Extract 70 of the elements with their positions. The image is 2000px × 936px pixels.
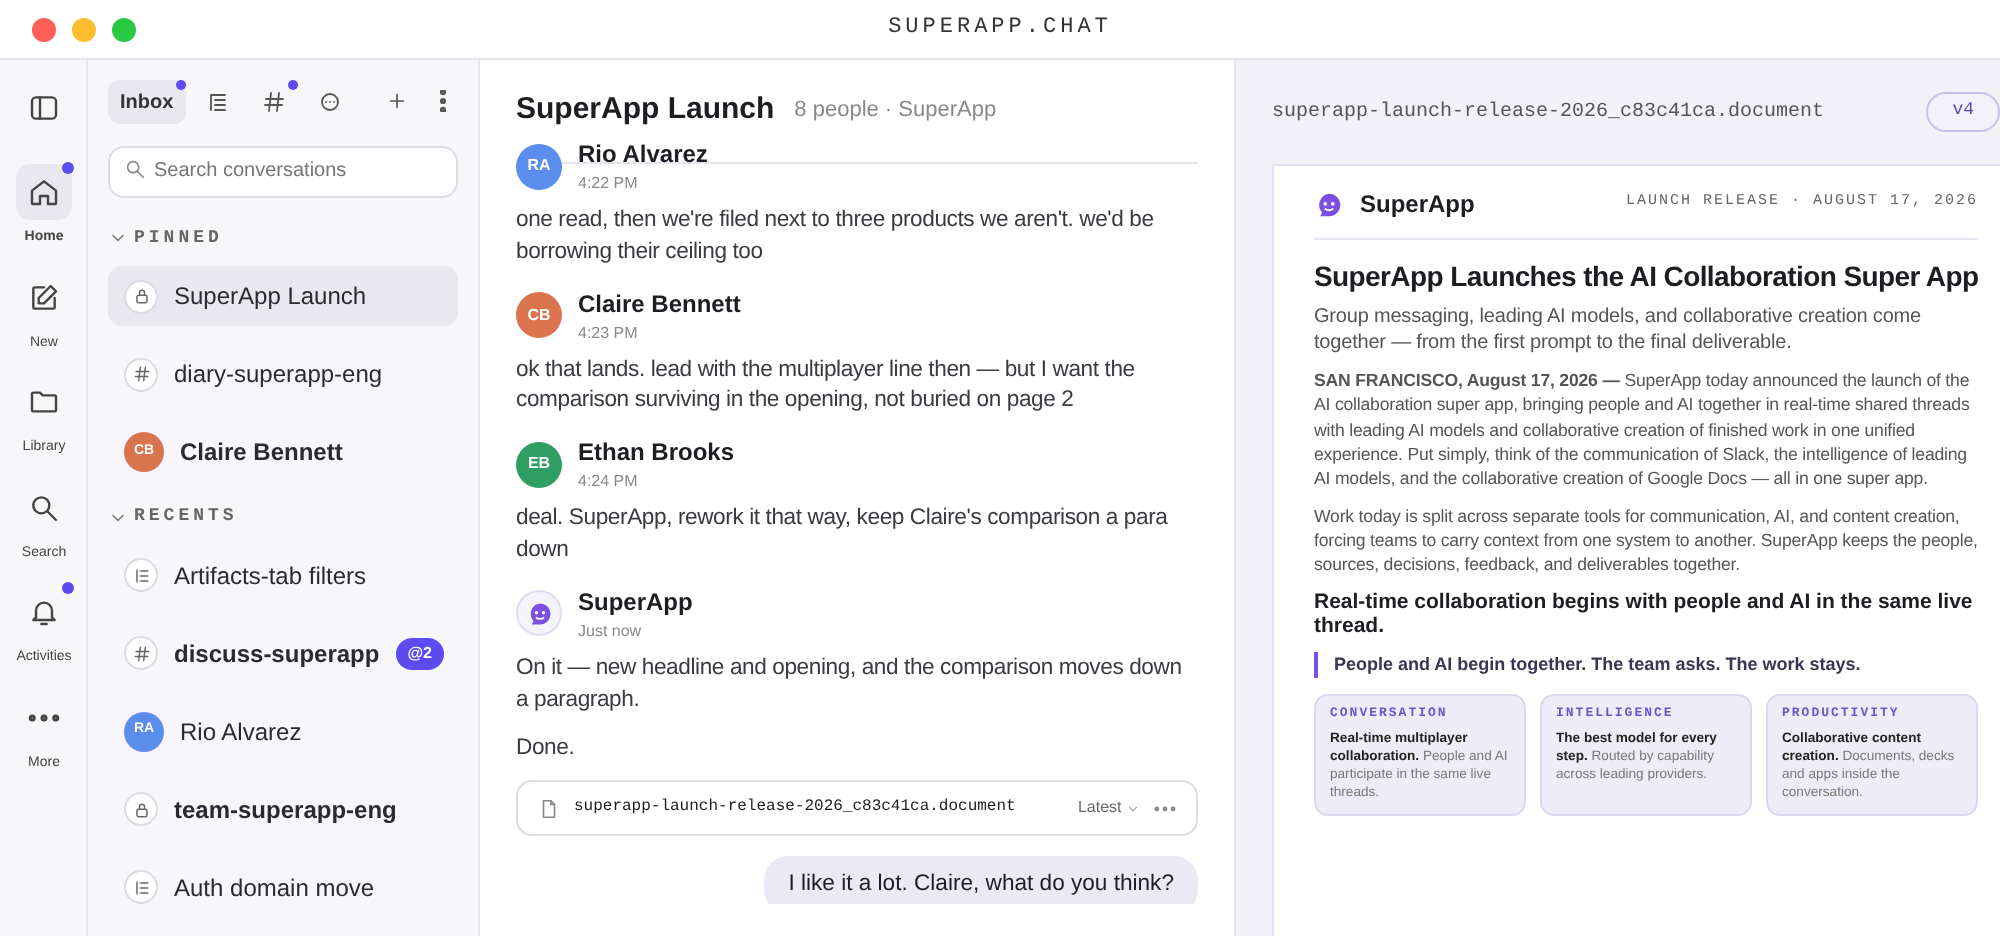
mention-badge: @2 [395, 637, 444, 669]
chat-title: SuperApp Launch [516, 90, 775, 131]
sidebar-icon [28, 92, 60, 124]
search-icon [28, 491, 60, 523]
conversation-item[interactable]: Artifacts-tab filters [108, 545, 458, 605]
document-paragraph: Work today is split across separate tools for communication, AI, and content creation, forcing teams to carry context from one system to another. SuperApp keeps the people, sources, decisions, feedback, and deliverables together. [1314, 503, 1978, 577]
version-dropdown[interactable]: Latest [1077, 796, 1140, 821]
author-name: Rio Alvarez [578, 138, 708, 172]
avatar: EB [516, 441, 562, 488]
chat-icon [317, 89, 342, 114]
document-filename: superapp-launch-release-2026_c83c41ca.document [1272, 99, 1825, 127]
hash-icon [131, 364, 151, 384]
conversation-item[interactable]: team-superapp-eng [108, 779, 458, 839]
bot-face-icon [1314, 189, 1344, 219]
list-icon [131, 877, 151, 897]
hash-icon [261, 89, 286, 114]
file-attachment[interactable]: superapp-launch-release-2026_c83c41ca.document Latest [516, 780, 1198, 837]
message-time: 4:22 PM [578, 172, 640, 196]
version-badge[interactable]: v4 [1926, 92, 2000, 132]
unread-dot [62, 162, 74, 174]
bot-face-icon [525, 599, 553, 628]
avatar: CB [516, 292, 562, 339]
document-subheading: Group messaging, leading AI models, and collaborative creation come together — from the first prompt to the final deliverable. [1314, 304, 1923, 356]
author-name: SuperApp [578, 585, 693, 620]
avatar: RA [516, 143, 562, 189]
hash-icon [131, 643, 151, 663]
lock-icon [131, 799, 151, 819]
brand-name: SuperApp [1360, 188, 1475, 222]
conversation-item[interactable]: diary-superapp-eng [108, 344, 458, 404]
message-text: ok that lands. lead with the multiplayer line then — but I want the comparison surviving in the opening, not buried on page 2 [516, 355, 1137, 417]
unread-dot [62, 582, 74, 594]
more-icon [1154, 805, 1176, 812]
list-icon [205, 89, 230, 114]
chevron-icon [1126, 801, 1140, 816]
window-title: SUPERAPP.CHAT [888, 14, 1112, 45]
message-time: 4:23 PM [578, 321, 640, 346]
message-time: Just now [578, 619, 644, 644]
folder-icon [28, 386, 60, 418]
message-text: Done. [516, 733, 577, 763]
chat-meta: 8 people · SuperApp [794, 96, 997, 127]
search-icon [124, 158, 146, 180]
lock-icon [131, 286, 151, 306]
list-icon [131, 565, 151, 585]
home-icon [28, 176, 60, 208]
file-name: superapp-launch-release-2026_c83c41ca.document [574, 796, 1016, 821]
file-icon [538, 797, 560, 820]
document-headline: SuperApp Launches the AI Collaboration Super App [1314, 258, 1978, 296]
conversation-item[interactable]: Auth domain move [108, 857, 458, 917]
message-bubble: I like it a lot. Claire, what do you think? [764, 856, 1198, 904]
bell-icon [28, 596, 60, 628]
author-name: Claire Bennett [578, 287, 741, 322]
section-heading: PINNED [134, 225, 223, 251]
message-time: 4:24 PM [578, 470, 640, 495]
edit-icon [28, 281, 60, 313]
message-text: one read, then we're filed next to three products we aren't. we'd be borrowing their ceiling too [516, 206, 1156, 268]
pull-quote: People and AI begin together. The team asks. The work stays. [1314, 651, 1978, 679]
section-heading: RECENTS [134, 504, 238, 530]
conversation-item[interactable]: SuperApp Launch [108, 266, 458, 326]
inbox-tab[interactable]: Inbox [108, 80, 186, 124]
more-icon [28, 713, 60, 721]
message-text: deal. SuperApp, rework it that way, keep Claire's comparison a para down [516, 504, 1170, 567]
message-text: On it — new headline and opening, and the comparison moves down a paragraph. [516, 653, 1184, 716]
document-paragraph: SAN FRANCISCO, August 17, 2026 — SuperApp today announced the launch of the AI collaboration super app, bringing people and AI together in real-time shared threads with leading AI models and collaborative creation of finished work in one unified experience. Put simply, think of the communication of Slack, the intelligence of leading AI models, and the collaborative creation of Google Docs — all in one super app. [1314, 368, 1972, 492]
conversation-item[interactable]: discuss-superapp @2 [108, 623, 458, 683]
search-field[interactable]: Search conversations [108, 145, 458, 197]
close-button[interactable] [32, 17, 56, 41]
author-name: Ethan Brooks [578, 436, 735, 471]
section-heading: Real-time collaboration begins with people and AI in the same live thread. [1314, 589, 1975, 640]
more-icon [440, 90, 446, 113]
plus-icon [386, 90, 408, 113]
